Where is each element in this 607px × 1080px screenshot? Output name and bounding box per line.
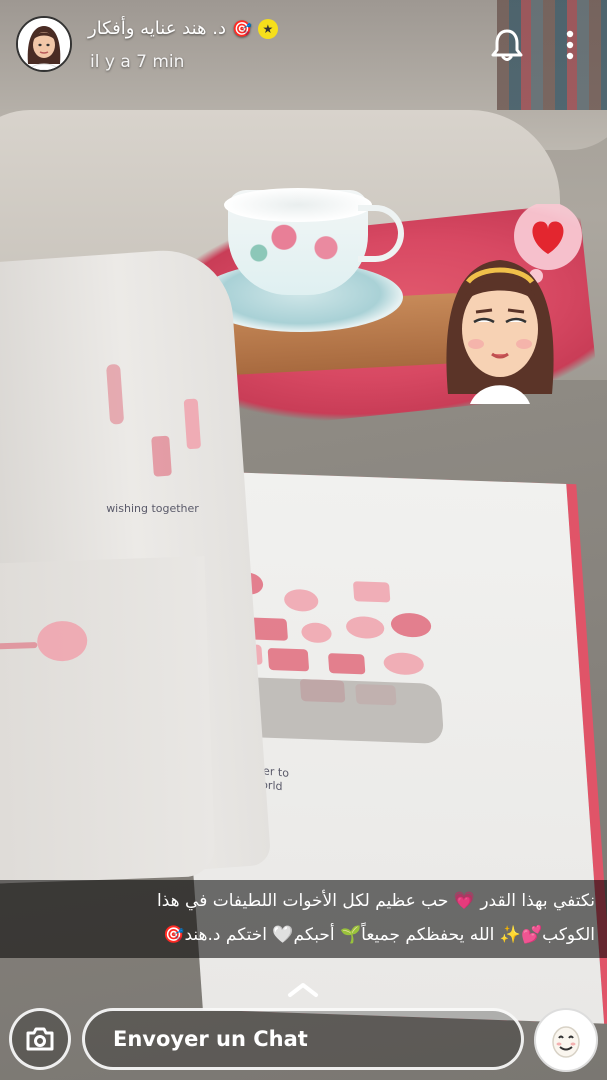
user-avatar[interactable] <box>16 16 72 72</box>
doodle-mouse <box>36 620 88 662</box>
teacup-rim <box>224 188 372 222</box>
doodle-bubble <box>283 588 320 612</box>
bitmoji-sticker[interactable] <box>440 204 590 404</box>
doodle-sign <box>267 648 310 672</box>
more-vertical-icon[interactable] <box>560 26 580 64</box>
camera-button[interactable] <box>9 1008 71 1070</box>
username[interactable]: د. هند عنايه وأفكار <box>88 18 226 39</box>
doodle-bubble <box>300 622 333 644</box>
chat-placeholder: Envoyer un Chat <box>113 1027 308 1051</box>
chevron-up-icon[interactable] <box>287 980 319 998</box>
bitmoji-avatar-icon <box>18 18 70 70</box>
caption-line-1: نكتفي بهذا القدر 💗 حب عظيم لكل الأخوات ا… <box>157 891 595 911</box>
target-icon: 🎯 <box>232 19 252 38</box>
doodle-sign <box>327 653 366 675</box>
doodle-sign <box>352 581 391 603</box>
camera-icon <box>26 1027 54 1051</box>
doodle-bubble <box>382 652 425 676</box>
chat-input[interactable]: Envoyer un Chat <box>82 1008 524 1070</box>
doodle-figure <box>183 398 202 450</box>
doodle-bubble <box>345 615 385 640</box>
star-badge-icon: ★ <box>257 18 278 39</box>
doodle-bubble <box>390 612 432 638</box>
story-caption: نكتفي بهذا القدر 💗 حب عظيم لكل الأخوات ا… <box>0 880 607 958</box>
bitmoji-icon <box>552 1026 580 1058</box>
doodle-sign <box>250 617 289 641</box>
caption-line-2: الكوكب💕✨ الله يحفظكم جميعاً🌱 أحبكم🤍 اختك… <box>163 925 595 945</box>
bell-icon[interactable] <box>488 26 526 64</box>
bitmoji-button[interactable] <box>534 1008 598 1072</box>
story-timestamp: il y a 7 min <box>90 52 185 72</box>
doodle-figure <box>106 363 125 425</box>
doodle-figure <box>151 435 172 477</box>
story-title-row[interactable]: د. هند عنايه وأفكار 🎯 ★ <box>88 18 278 39</box>
handwriting-top: wishing together <box>106 501 199 515</box>
book-left-lower <box>0 556 216 884</box>
doodle-line <box>0 641 38 651</box>
